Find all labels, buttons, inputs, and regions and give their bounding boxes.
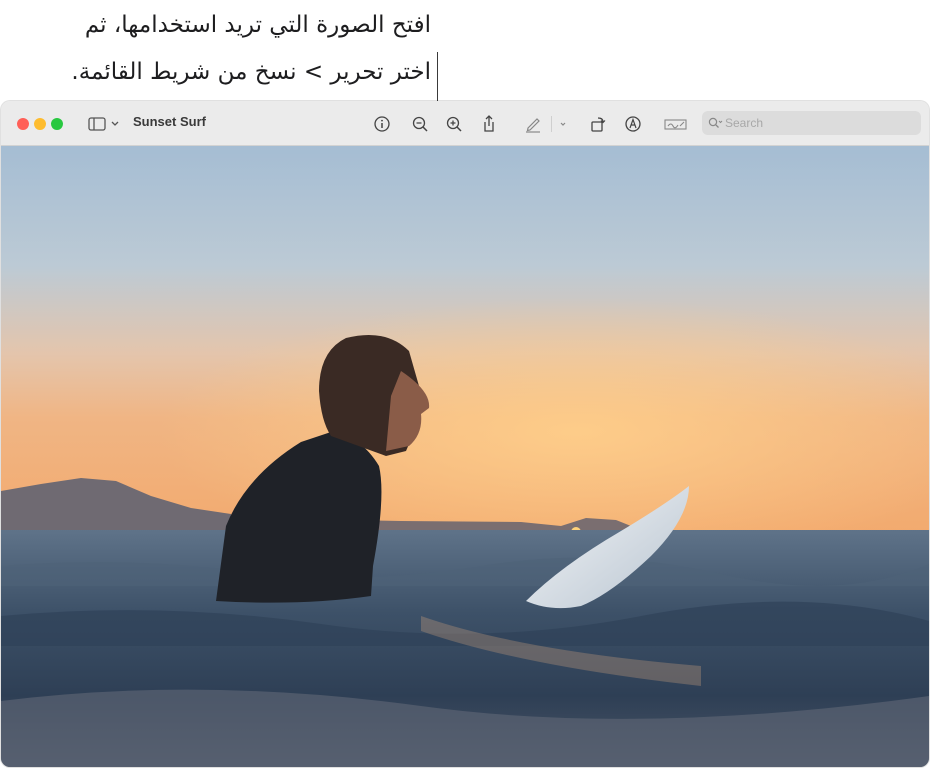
search-icon — [708, 117, 723, 128]
sidebar-toggle-button[interactable] — [85, 113, 125, 135]
zoom-button[interactable] — [51, 118, 63, 130]
search-input[interactable] — [725, 114, 910, 132]
signature-button[interactable] — [662, 113, 690, 135]
minimize-button[interactable] — [34, 118, 46, 130]
zoom-in-button[interactable] — [443, 113, 465, 135]
info-icon — [374, 116, 390, 132]
rotate-button[interactable] — [587, 113, 609, 135]
window-title: Sunset Surf — [133, 114, 206, 129]
zoom-out-icon — [412, 116, 428, 132]
surfer-photo — [1, 146, 929, 767]
rotate-icon — [591, 117, 606, 132]
callout-line-2: اختر تحرير > نسخ من شريط القائمة. — [71, 59, 431, 85]
zoom-out-button[interactable] — [409, 113, 431, 135]
close-button[interactable] — [17, 118, 29, 130]
markup-pen-icon — [526, 118, 540, 133]
annotate-button[interactable] — [622, 113, 644, 135]
preview-window: Sunset Surf — [1, 101, 929, 767]
toolbar: Sunset Surf — [1, 101, 929, 146]
share-icon — [484, 115, 494, 132]
callout-text: افتح الصورة التي تريد استخدامها، ثم اختر… — [71, 2, 431, 96]
signature-icon — [664, 119, 687, 130]
toolbar-divider — [551, 116, 552, 132]
chevron-down-icon — [560, 122, 566, 126]
search-field[interactable] — [702, 111, 921, 135]
callout-line-1: افتح الصورة التي تريد استخدامها، ثم — [84, 12, 431, 38]
share-button[interactable] — [478, 113, 500, 135]
zoom-in-icon — [446, 116, 462, 132]
annotate-icon — [625, 116, 641, 132]
markup-button[interactable] — [522, 113, 544, 135]
markup-menu-button[interactable] — [554, 113, 572, 135]
sidebar-icon — [88, 117, 119, 131]
info-button[interactable] — [371, 113, 393, 135]
chevron-down-icon — [111, 121, 119, 126]
